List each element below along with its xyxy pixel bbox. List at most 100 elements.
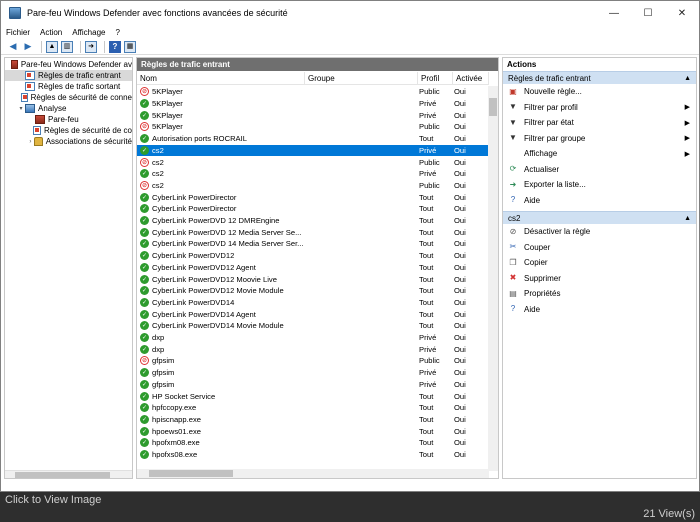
action-item[interactable]: ▼ Filtrer par groupe ▶ <box>503 131 696 147</box>
tree-item[interactable]: › Associations de sécurité <box>5 136 132 147</box>
export-icon[interactable]: ➜ <box>85 40 97 53</box>
menu-help[interactable]: ? <box>110 28 124 37</box>
action-item[interactable]: ▣ Nouvelle règle... <box>503 84 696 100</box>
rule-enabled: Oui <box>454 227 466 237</box>
expand-chevron-icon[interactable]: ▾ <box>17 105 25 112</box>
rule-row[interactable]: ✓ 5KPlayer Privé Oui <box>137 98 489 110</box>
maximize-icon[interactable]: ☐ <box>631 1 665 25</box>
actions-section-header[interactable]: cs2 ▲ <box>503 211 696 224</box>
back-arrow-icon[interactable]: ◀ <box>7 41 19 53</box>
action-item[interactable]: ⟳ Actualiser <box>503 162 696 178</box>
allow-check-icon: ✓ <box>140 169 149 179</box>
rule-row[interactable]: ✓ cs2 Privé Oui <box>137 168 489 180</box>
menu-action[interactable]: Action <box>35 28 67 37</box>
rule-row[interactable]: ✓ gfpsim Privé Oui <box>137 379 489 391</box>
action-item[interactable]: ▼ Filtrer par état ▶ <box>503 115 696 131</box>
rule-row[interactable]: ✓ cs2 Privé Oui <box>137 144 489 157</box>
rules-horizontal-scrollbar[interactable] <box>137 469 489 478</box>
rule-row[interactable]: ✓ CyberLink PowerDVD14 Movie Module Tout Ou… <box>137 320 489 332</box>
show-tree-icon[interactable]: ▥ <box>61 40 73 53</box>
tree-horizontal-scrollbar[interactable] <box>5 470 132 478</box>
expand-chevron-icon[interactable]: › <box>27 139 34 145</box>
tree-item[interactable]: Règles de trafic entrant <box>5 70 132 81</box>
rule-row[interactable]: ✓ hpofxm08.exe Tout Oui <box>137 437 489 449</box>
rule-row[interactable]: ✓ CyberLink PowerDVD 12 DMREngine Tout Oui <box>137 215 489 227</box>
tree-item[interactable]: Règles de trafic sortant <box>5 81 132 92</box>
rule-row[interactable]: ✓ hpoews01.exe Tout Oui <box>137 425 489 437</box>
tree-item[interactable]: Pare-feu <box>5 114 132 125</box>
collapse-arrow-icon[interactable]: ▲ <box>684 75 691 82</box>
rule-profile: Tout <box>419 297 434 307</box>
rule-name: cs2 <box>152 180 164 190</box>
scrollbar-thumb[interactable] <box>149 470 233 477</box>
action-item[interactable]: ⊘ Désactiver la règle <box>503 224 696 240</box>
action-item[interactable]: ➜ Exporter la liste... <box>503 177 696 193</box>
rule-row[interactable]: ✓ HP Socket Service Tout Oui <box>137 390 489 402</box>
scrollbar-thumb[interactable] <box>489 98 497 116</box>
view-image-link[interactable]: Click to View Image <box>5 494 101 506</box>
rule-profile: Tout <box>419 262 434 272</box>
up-folder-icon[interactable]: ▲ <box>46 40 58 53</box>
submenu-arrow-icon: ▶ <box>684 135 690 143</box>
menu-affichage[interactable]: Affichage <box>67 28 110 37</box>
column-header-profile[interactable]: Profil <box>418 72 453 85</box>
collapse-arrow-icon[interactable]: ▲ <box>684 215 691 222</box>
column-header-enabled[interactable]: Activée <box>453 72 489 85</box>
tree-item-label: Règles de sécurité de co <box>43 126 132 135</box>
rule-row[interactable]: ⊘ gfpsim Public Oui <box>137 355 489 367</box>
help-icon[interactable]: ? <box>109 40 121 53</box>
rule-row[interactable]: ✓ CyberLink PowerDVD12 Tout Oui <box>137 250 489 262</box>
rule-row[interactable]: ✓ CyberLink PowerDVD 14 Media Server Ser.… <box>137 238 489 250</box>
action-item[interactable]: ? Aide <box>503 193 696 209</box>
rule-row[interactable]: ✓ Autorisation ports ROCRAIL Tout Oui <box>137 133 489 145</box>
action-item[interactable]: ✂ Couper <box>503 240 696 256</box>
rule-row[interactable]: ⊘ cs2 Public Oui <box>137 180 489 192</box>
rule-row[interactable]: ✓ dxp Privé Oui <box>137 332 489 344</box>
menu-fichier[interactable]: Fichier <box>1 28 35 37</box>
rule-row[interactable]: ✓ CyberLink PowerDirector Tout Oui <box>137 191 489 203</box>
close-icon[interactable]: ✕ <box>665 1 699 25</box>
show-actions-icon[interactable]: ▦ <box>124 40 136 53</box>
tree-item[interactable]: Règles de sécurité de conne <box>5 92 132 103</box>
rule-row[interactable]: ⊘ 5KPlayer Public Oui <box>137 86 489 98</box>
rule-row[interactable]: ✓ CyberLink PowerDVD12 Moovie Live Tout Oui <box>137 273 489 285</box>
column-header-group[interactable]: Groupe <box>305 72 418 85</box>
column-header-name[interactable]: Nom <box>137 72 305 85</box>
tree-item[interactable]: Règles de sécurité de co <box>5 125 132 136</box>
allow-check-icon: ✓ <box>140 403 149 413</box>
forward-arrow-icon[interactable]: ▶ <box>22 41 34 53</box>
rules-vertical-scrollbar[interactable] <box>488 86 498 471</box>
action-item[interactable]: ❐ Copier <box>503 255 696 271</box>
rule-row[interactable]: ✓ hpfccopy.exe Tout Oui <box>137 402 489 414</box>
rule-row[interactable]: ✓ hpofxs08.exe Tout Oui <box>137 449 489 461</box>
actions-section-header[interactable]: Règles de trafic entrant ▲ <box>503 71 696 84</box>
rule-row[interactable]: ✓ CyberLink PowerDVD12 Agent Tout Oui <box>137 262 489 274</box>
scrollbar-thumb[interactable] <box>15 472 110 478</box>
rule-row[interactable]: ✓ gfpsim Privé Oui <box>137 367 489 379</box>
rule-icon <box>25 71 35 80</box>
rule-row[interactable]: ✓ 5KPlayer Privé Oui <box>137 109 489 121</box>
rule-row[interactable]: ✓ CyberLink PowerDVD12 Movie Module Tout Ou… <box>137 285 489 297</box>
rule-profile: Public <box>419 87 440 97</box>
rule-profile: Tout <box>419 414 434 424</box>
rule-row[interactable]: ⊘ cs2 Public Oui <box>137 156 489 168</box>
rule-row[interactable]: ✓ CyberLink PowerDVD14 Tout Oui <box>137 297 489 309</box>
firewall-icon <box>11 60 18 69</box>
rule-row[interactable]: ✓ hpiscnapp.exe Tout Oui <box>137 414 489 426</box>
minimize-icon[interactable]: — <box>597 1 631 25</box>
tree-item-label: Analyse <box>38 104 67 113</box>
action-item[interactable]: Affichage ▶ <box>503 146 696 162</box>
rule-row[interactable]: ⊘ 5KPlayer Public Oui <box>137 121 489 133</box>
action-item[interactable]: ▤ Propriétés <box>503 286 696 302</box>
rule-row[interactable]: ✓ CyberLink PowerDirector Tout Oui <box>137 203 489 215</box>
rule-row[interactable]: ✓ dxp Privé Oui <box>137 343 489 355</box>
action-item[interactable]: ✖ Supprimer <box>503 271 696 287</box>
tree-item[interactable]: Pare-feu Windows Defender av <box>5 59 132 70</box>
rule-name: 5KPlayer <box>152 99 183 109</box>
help-icon: ? <box>510 195 516 205</box>
rule-row[interactable]: ✓ CyberLink PowerDVD 12 Media Server Se..… <box>137 226 489 238</box>
action-item[interactable]: ▼ Filtrer par profil ▶ <box>503 100 696 116</box>
rule-row[interactable]: ✓ CyberLink PowerDVD14 Agent Tout Oui <box>137 308 489 320</box>
tree-item[interactable]: ▾ Analyse <box>5 103 132 114</box>
action-item[interactable]: ? Aide <box>503 302 696 318</box>
